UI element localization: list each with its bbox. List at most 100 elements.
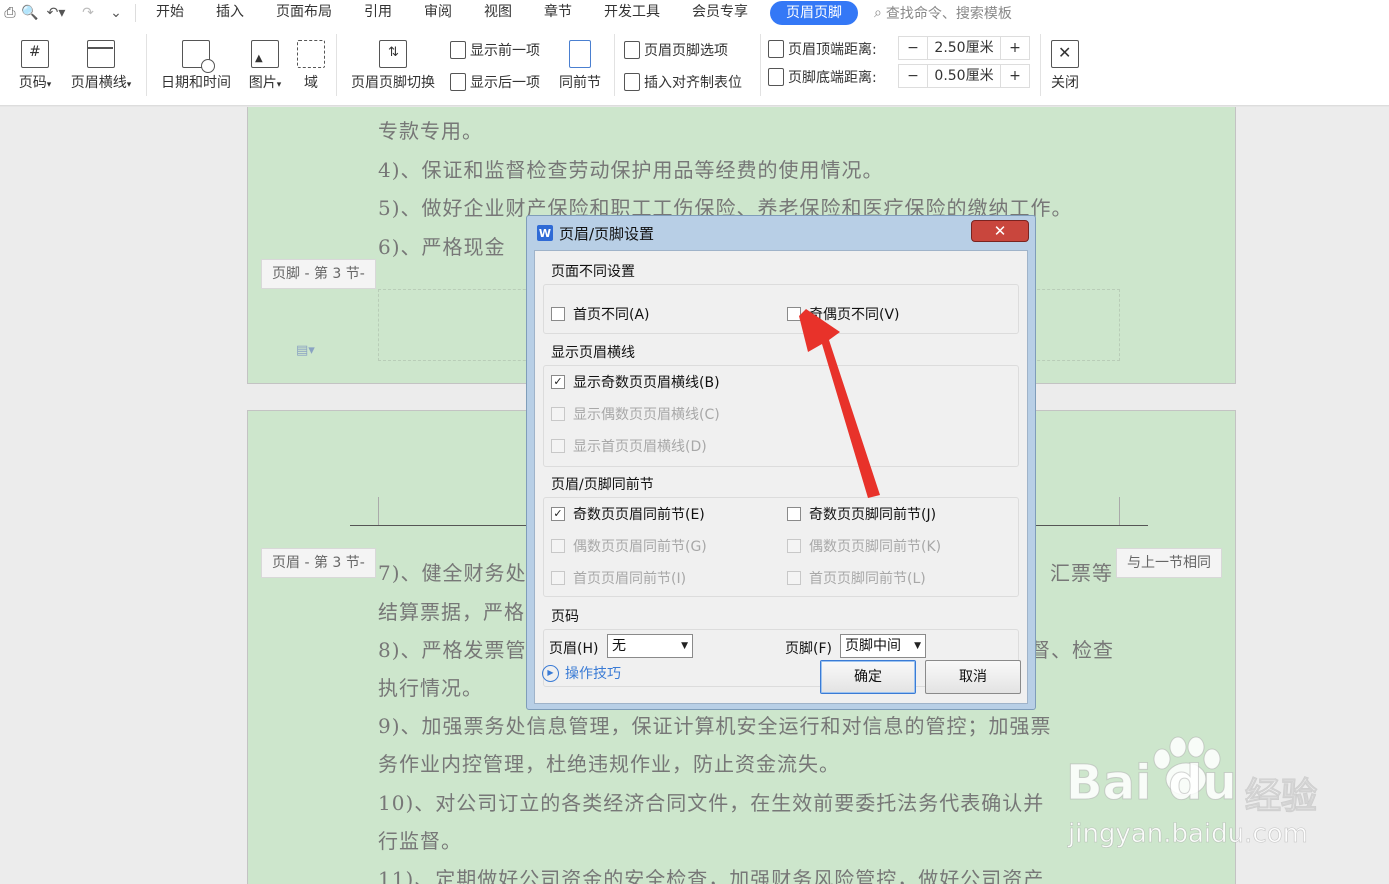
- first-page-different-checkbox[interactable]: 首页不同(A): [551, 304, 650, 324]
- header-line-button[interactable]: 页眉横线▾: [64, 40, 138, 92]
- checkbox-box[interactable]: [787, 507, 801, 521]
- show-next-icon: [450, 73, 466, 91]
- checkbox-box[interactable]: [787, 571, 801, 585]
- doc-line[interactable]: 7)、健全财务处: [378, 557, 527, 586]
- group-title-page-number: 页码: [551, 609, 579, 625]
- tab-section[interactable]: 章节: [528, 0, 588, 26]
- show-odd-header-line-checkbox[interactable]: ✓ 显示奇数页页眉横线(B): [551, 372, 720, 392]
- close-header-footer-button[interactable]: ✕ 关闭: [1048, 40, 1082, 92]
- footer-distance-icon: [768, 68, 784, 86]
- tips-link[interactable]: ▶ 操作技巧: [542, 663, 621, 683]
- header-top-distance-value[interactable]: 2.50厘米: [927, 37, 1001, 59]
- checkbox-box[interactable]: [787, 539, 801, 553]
- checkbox-box[interactable]: ✓: [551, 507, 565, 521]
- watermark-logo-text: Bai du: [1066, 755, 1238, 812]
- tab-view[interactable]: 视图: [468, 0, 528, 26]
- decrease-button[interactable]: −: [899, 68, 927, 84]
- odd-footer-same-checkbox[interactable]: 奇数页页脚同前节(J): [787, 504, 936, 524]
- footer-page-number-select[interactable]: 页脚中间 ▼: [840, 634, 926, 658]
- dialog-title: 页眉/页脚设置: [559, 224, 655, 243]
- field-icon: [297, 40, 325, 68]
- checkbox-box[interactable]: [551, 539, 565, 553]
- doc-line[interactable]: 结算票据，严格: [378, 596, 525, 625]
- doc-line[interactable]: 6)、严格现金: [378, 231, 506, 260]
- header-footer-options-button[interactable]: 页眉页脚选项: [624, 40, 728, 60]
- datetime-button[interactable]: 日期和时间: [158, 40, 234, 92]
- ribbon-toolbar: # 页码▾ 页眉横线▾ 日期和时间 ▲ 图片▾ 域 ⇅ 页眉页脚切换 显示前一项…: [0, 26, 1389, 106]
- tab-member[interactable]: 会员专享: [676, 0, 764, 26]
- tab-references[interactable]: 引用: [348, 0, 408, 26]
- same-as-previous-button[interactable]: 同前节: [556, 40, 604, 92]
- switch-header-footer-button[interactable]: ⇅ 页眉页脚切换: [346, 40, 440, 92]
- divider: [760, 34, 761, 96]
- group-title-header-line: 显示页眉横线: [551, 345, 635, 361]
- tab-developer[interactable]: 开发工具: [588, 0, 676, 26]
- first-header-same-checkbox[interactable]: 首页页眉同前节(I): [551, 568, 686, 588]
- redo-icon[interactable]: ↷: [72, 3, 104, 23]
- doc-line[interactable]: 8)、严格发票管: [378, 634, 527, 663]
- footer-bottom-distance-stepper[interactable]: − 0.50厘米 +: [898, 64, 1030, 88]
- chevron-down-icon: ▼: [914, 641, 921, 651]
- ok-button[interactable]: 确定: [820, 660, 916, 694]
- header-top-distance-label: 页眉顶端距离:: [768, 39, 877, 59]
- increase-button[interactable]: +: [1001, 40, 1029, 56]
- tab-home[interactable]: 开始: [140, 0, 200, 26]
- undo-icon[interactable]: ↶▾: [40, 3, 72, 23]
- doc-line[interactable]: 10)、对公司订立的各类经济合同文件，在生效前要委托法务代表确认并: [378, 787, 1044, 816]
- header-page-number-select[interactable]: 无 ▼: [607, 634, 693, 658]
- doc-line[interactable]: 11)、定期做好公司资金的安全检查，加强财务风险管控，做好公司资产: [378, 863, 1044, 884]
- show-next-button[interactable]: 显示后一项: [450, 72, 540, 92]
- customize-icon[interactable]: ⌄: [104, 3, 128, 23]
- tab-page-layout[interactable]: 页面布局: [260, 0, 348, 26]
- doc-line[interactable]: 执行情况。: [378, 672, 483, 701]
- divider: [1040, 34, 1041, 96]
- checkbox-box[interactable]: [551, 407, 565, 421]
- odd-header-same-checkbox[interactable]: ✓ 奇数页页眉同前节(E): [551, 504, 705, 524]
- checkbox-box[interactable]: [787, 307, 801, 321]
- footer-bottom-distance-value[interactable]: 0.50厘米: [927, 65, 1001, 87]
- header-top-distance-stepper[interactable]: − 2.50厘米 +: [898, 36, 1030, 60]
- group-title-same-as-previous: 页眉/页脚同前节: [551, 477, 654, 493]
- tab-header-footer[interactable]: 页眉页脚: [770, 1, 858, 25]
- picture-button[interactable]: ▲ 图片▾: [242, 40, 288, 92]
- footer-options-icon[interactable]: ▤▾: [296, 343, 315, 358]
- checkbox-box[interactable]: [551, 571, 565, 585]
- doc-line[interactable]: 4)、保证和监督检查劳动保护用品等经费的使用情况。: [378, 154, 884, 183]
- wps-logo-icon: W: [537, 225, 553, 241]
- show-first-header-line-checkbox[interactable]: 显示首页页眉横线(D): [551, 436, 707, 456]
- dialog-close-button[interactable]: ✕: [971, 220, 1029, 242]
- odd-even-different-checkbox[interactable]: 奇偶页不同(V): [787, 304, 900, 324]
- doc-line[interactable]: 督、检查: [1030, 634, 1114, 663]
- page-number-button[interactable]: # 页码▾: [12, 40, 58, 92]
- footer-bottom-distance-label: 页脚底端距离:: [768, 67, 877, 87]
- doc-line[interactable]: 专款专用。: [378, 115, 483, 144]
- first-footer-same-checkbox[interactable]: 首页页脚同前节(L): [787, 568, 926, 588]
- increase-button[interactable]: +: [1001, 68, 1029, 84]
- checkbox-box[interactable]: ✓: [551, 375, 565, 389]
- picture-icon: ▲: [251, 40, 279, 68]
- show-previous-button[interactable]: 显示前一项: [450, 40, 540, 60]
- doc-line[interactable]: 9)、加强票务处信息管理，保证计算机安全运行和对信息的管控；加强票: [378, 710, 1052, 739]
- doc-line[interactable]: 务作业内控管理，杜绝违规作业，防止资金流失。: [378, 748, 840, 777]
- chevron-down-icon: ▼: [681, 641, 688, 651]
- checkbox-box[interactable]: [551, 307, 565, 321]
- play-icon: ▶: [542, 664, 559, 682]
- close-icon: ✕: [1051, 40, 1079, 68]
- checkbox-box[interactable]: [551, 439, 565, 453]
- doc-line[interactable]: 汇票等: [1050, 557, 1113, 586]
- insert-tab-stop-button[interactable]: 插入对齐制表位: [624, 72, 742, 92]
- even-footer-same-checkbox[interactable]: 偶数页页脚同前节(K): [787, 536, 941, 556]
- decrease-button[interactable]: −: [899, 40, 927, 56]
- print-icon[interactable]: ⎙: [0, 3, 20, 23]
- show-even-header-line-checkbox[interactable]: 显示偶数页页眉横线(C): [551, 404, 720, 424]
- tab-review[interactable]: 审阅: [408, 0, 468, 26]
- even-header-same-checkbox[interactable]: 偶数页页眉同前节(G): [551, 536, 707, 556]
- search-box[interactable]: ⌕ 查找命令、搜索模板: [874, 3, 1012, 23]
- doc-line[interactable]: 行监督。: [378, 825, 462, 854]
- dialog-titlebar[interactable]: W 页眉/页脚设置: [527, 216, 1035, 250]
- header-footer-settings-dialog: W 页眉/页脚设置 ✕ 页面不同设置 首页不同(A) 奇偶页不同(V) 显示页眉…: [526, 215, 1036, 710]
- field-button[interactable]: 域: [296, 40, 326, 92]
- tab-insert[interactable]: 插入: [200, 0, 260, 26]
- print-preview-icon[interactable]: 🔍: [20, 3, 40, 23]
- cancel-button[interactable]: 取消: [925, 660, 1021, 694]
